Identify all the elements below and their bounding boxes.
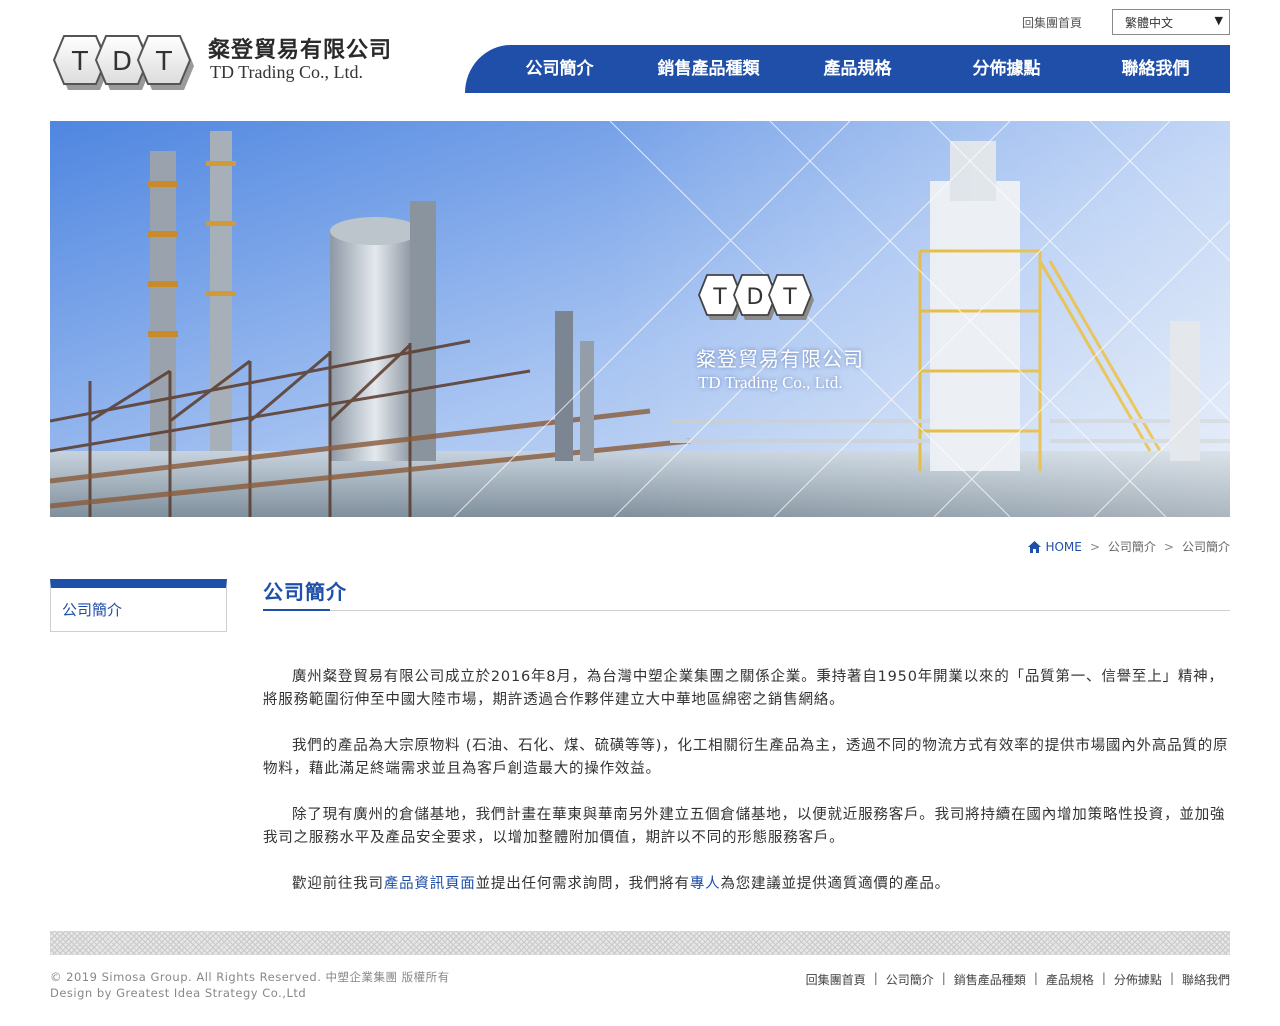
footer-link-locations[interactable]: 分佈據點 [1106, 971, 1170, 988]
group-home-link[interactable]: 回集團首頁 [1022, 14, 1082, 31]
nav-item-locations[interactable]: 分佈據點 [932, 45, 1081, 93]
copyright: © 2019 Simosa Group. All Rights Reserved… [50, 969, 450, 1001]
svg-text:D: D [747, 285, 764, 310]
svg-text:T: T [712, 285, 727, 310]
breadcrumb-current: 公司簡介 [1181, 540, 1230, 554]
breadcrumb-home-label: HOME [1045, 539, 1082, 554]
logo-letter-d: D [112, 47, 132, 77]
footer-links: 回集團首頁 | 公司簡介 | 銷售產品種類 | 產品規格 | 分佈據點 | 聯絡… [798, 971, 1230, 988]
language-selected-value: 繁體中文 [1125, 16, 1174, 30]
main-content: 廣州粲登貿易有限公司成立於2016年8月，為台灣中塑企業集團之關係企業。秉持著自… [263, 666, 1230, 919]
content-paragraph: 我們的產品為大宗原物料 (石油、石化、煤、硫磺等等)，化工相關衍生產品為主，透過… [263, 738, 1229, 777]
footer-link-about[interactable]: 公司簡介 [878, 971, 942, 988]
page-title: 公司簡介 [263, 580, 347, 604]
tdt-hexagon-logo-icon: T D T [52, 35, 194, 90]
design-credit: Design by Greatest Idea Strategy Co.,Ltd [50, 986, 307, 1000]
breadcrumb-level1[interactable]: 公司簡介 [1108, 538, 1156, 555]
hero-banner: T D T 粲登貿易有限公司 TD Trading Co., Ltd. [50, 121, 1230, 517]
footer-link-contact[interactable]: 聯絡我們 [1174, 971, 1230, 988]
breadcrumb-separator: > [1163, 539, 1174, 554]
svg-text:T: T [782, 285, 797, 310]
language-select[interactable]: 繁體中文 ▼ [1112, 9, 1230, 35]
title-divider [263, 610, 1230, 611]
contact-specialist-link[interactable]: 專人 [690, 876, 721, 892]
banner-logo-icon: T D T [698, 274, 814, 320]
footer-link-products[interactable]: 銷售產品種類 [946, 971, 1034, 988]
site-logo[interactable]: T D T 粲登貿易有限公司 TD Trading Co., Ltd. [50, 28, 393, 92]
copyright-line: © 2019 Simosa Group. All Rights Reserved… [50, 970, 450, 984]
banner-company-name-en: TD Trading Co., Ltd. [698, 373, 843, 392]
nav-item-specs[interactable]: 產品規格 [783, 45, 932, 93]
nav-item-about[interactable]: 公司簡介 [485, 45, 634, 93]
footer-link-specs[interactable]: 產品規格 [1038, 971, 1102, 988]
company-name-en: TD Trading Co., Ltd. [210, 62, 364, 82]
sidebar: 公司簡介 [50, 579, 227, 632]
cta-text: 並提出任何需求詢問，我們將有 [475, 876, 690, 892]
home-icon [1028, 540, 1042, 553]
breadcrumb: HOME > 公司簡介 > 公司簡介 [1028, 538, 1230, 555]
logo-letter-t2: T [155, 47, 172, 77]
cta-text: 為您建議並提供適質適價的產品。 [720, 876, 950, 892]
content-paragraph-cta: 歡迎前往我司產品資訊頁面並提出任何需求詢問，我們將有專人為您建議並提供適質適價的… [263, 873, 1230, 896]
logo-letter-t1: T [71, 47, 88, 77]
footer-link-group-home[interactable]: 回集團首頁 [798, 971, 874, 988]
main-nav: 公司簡介 銷售產品種類 產品規格 分佈據點 聯絡我們 [465, 45, 1230, 93]
content-paragraph: 廣州粲登貿易有限公司成立於2016年8月，為台灣中塑企業集團之關係企業。秉持著自… [263, 669, 1224, 708]
company-name-cn: 粲登貿易有限公司 [208, 38, 393, 63]
content-paragraph: 除了現有廣州的倉儲基地，我們計畫在華東與華南另外建立五個倉儲基地，以便就近服務客… [263, 807, 1226, 846]
breadcrumb-home[interactable]: HOME [1028, 539, 1082, 554]
cta-text: 歡迎前往我司 [292, 876, 384, 892]
nav-item-contact[interactable]: 聯絡我們 [1081, 45, 1230, 93]
banner-company-name-cn: 粲登貿易有限公司 [696, 347, 864, 371]
industrial-plant-image: T D T [50, 121, 1230, 517]
title-divider-accent [263, 609, 330, 611]
sidebar-item-about[interactable]: 公司簡介 [51, 588, 226, 620]
footer-pattern-band [50, 931, 1230, 955]
dropdown-arrow-icon: ▼ [1214, 14, 1223, 27]
breadcrumb-separator: > [1089, 539, 1100, 554]
product-info-link[interactable]: 產品資訊頁面 [384, 876, 476, 892]
nav-item-products[interactable]: 銷售產品種類 [634, 45, 783, 93]
